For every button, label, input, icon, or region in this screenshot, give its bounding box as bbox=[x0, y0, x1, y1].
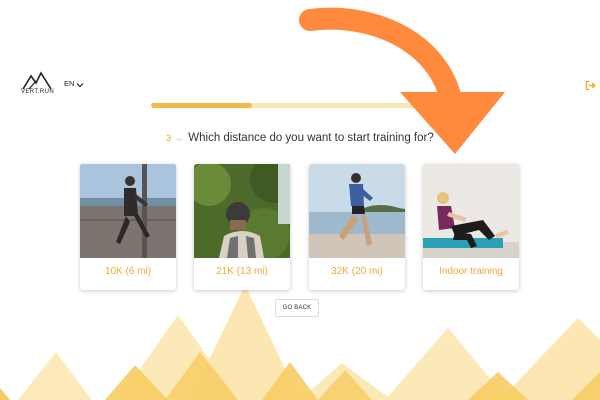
logout-icon[interactable] bbox=[585, 78, 596, 91]
option-card-indoor[interactable]: Indoor training bbox=[423, 164, 519, 290]
option-card-21k[interactable]: 21K (13 mi) bbox=[194, 164, 290, 290]
arrow-right-icon: → bbox=[174, 133, 184, 143]
option-card-10k[interactable]: 10K (6 mi) bbox=[80, 164, 176, 290]
question-text: Which distance do you want to start trai… bbox=[188, 132, 434, 144]
runner-photo bbox=[194, 164, 290, 258]
step-number: 3 bbox=[166, 133, 172, 143]
option-label: 32K (20 mi) bbox=[331, 266, 383, 277]
go-back-button[interactable]: GO BACK bbox=[275, 299, 319, 317]
runner-photo bbox=[423, 164, 519, 258]
runner-photo bbox=[80, 164, 176, 258]
option-label: 10K (6 mi) bbox=[104, 266, 152, 277]
option-card-32k[interactable]: 32K (20 mi) bbox=[309, 164, 405, 290]
logo-text: VERT.RUN bbox=[21, 89, 55, 95]
option-label: Indoor training bbox=[439, 266, 503, 277]
question-title: 3 → Which distance do you want to start tr… bbox=[0, 132, 600, 144]
distance-options: 10K (6 mi) 21K (13 mi) 32K (20 mi) Indoo… bbox=[80, 164, 520, 292]
top-bar: VERT.RUN EN bbox=[0, 0, 600, 110]
language-label: EN bbox=[64, 79, 75, 88]
progress-bar bbox=[151, 103, 448, 108]
runner-photo bbox=[309, 164, 405, 258]
language-selector[interactable]: EN bbox=[64, 79, 84, 88]
chevron-down-icon bbox=[76, 81, 84, 87]
option-label: 21K (13 mi) bbox=[216, 266, 268, 277]
progress-bar-fill bbox=[151, 103, 252, 108]
